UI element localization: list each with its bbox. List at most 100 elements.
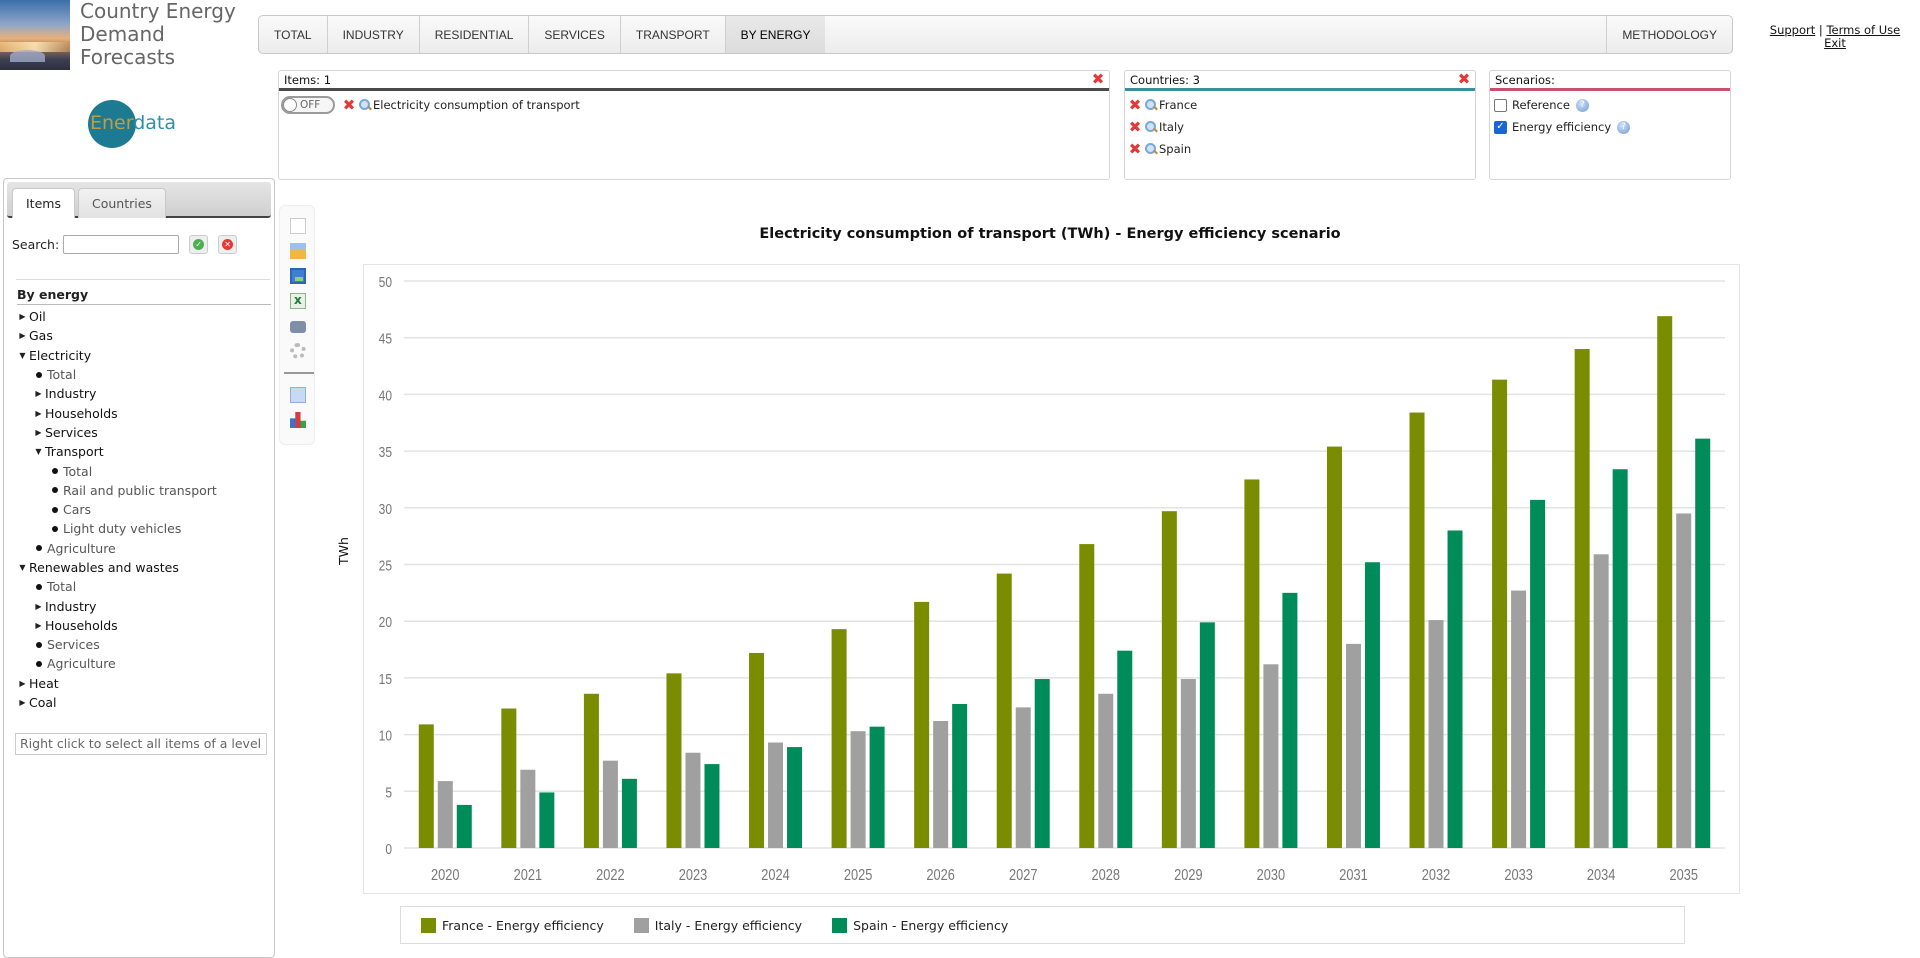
bar[interactable] bbox=[704, 764, 720, 848]
clear-items-icon[interactable]: ✖ bbox=[1090, 72, 1106, 87]
bar[interactable] bbox=[996, 573, 1012, 848]
bar[interactable] bbox=[602, 760, 618, 848]
bar[interactable] bbox=[1015, 707, 1031, 848]
tree-node[interactable]: ▶ Households bbox=[18, 616, 272, 635]
bar[interactable] bbox=[418, 724, 434, 848]
terms-of-use-link[interactable]: Terms of Use bbox=[1826, 23, 1900, 37]
exit-link[interactable]: Exit bbox=[1824, 36, 1846, 50]
bar[interactable] bbox=[1409, 412, 1425, 848]
remove-country-icon[interactable]: ✖ bbox=[1127, 98, 1143, 113]
bar[interactable] bbox=[952, 703, 968, 848]
caret-right-icon[interactable]: ▶ bbox=[34, 389, 43, 398]
bar[interactable] bbox=[456, 804, 472, 848]
item-toggle-switch[interactable]: OFF bbox=[281, 96, 335, 114]
caret-right-icon[interactable]: ▶ bbox=[18, 331, 27, 340]
tab-methodology[interactable]: METHODOLOGY bbox=[1606, 16, 1732, 53]
tree-node[interactable]: ▶ Services bbox=[18, 423, 272, 442]
help-icon[interactable]: ? bbox=[1575, 98, 1589, 112]
bar[interactable] bbox=[1428, 620, 1444, 848]
tree-node[interactable]: ▶ Oil bbox=[18, 307, 272, 326]
bar[interactable] bbox=[1199, 622, 1215, 848]
caret-down-icon[interactable]: ▼ bbox=[18, 563, 27, 572]
open-folder-icon[interactable] bbox=[290, 243, 306, 259]
legend-item[interactable]: Italy - Energy efficiency bbox=[633, 917, 802, 933]
tab-residential[interactable]: RESIDENTIAL bbox=[420, 16, 530, 53]
bar[interactable] bbox=[1511, 590, 1527, 848]
bar[interactable] bbox=[1530, 499, 1546, 848]
tree-node[interactable]: Rail and public transport bbox=[18, 481, 272, 500]
tab-total[interactable]: TOTAL bbox=[259, 16, 328, 53]
bar[interactable] bbox=[831, 629, 847, 848]
bar[interactable] bbox=[1244, 479, 1260, 848]
bar[interactable] bbox=[437, 781, 453, 848]
remove-country-icon[interactable]: ✖ bbox=[1127, 120, 1143, 135]
bar[interactable] bbox=[1345, 643, 1361, 848]
chart-view-icon[interactable] bbox=[290, 412, 306, 428]
tree-node[interactable]: Services bbox=[18, 635, 272, 654]
caret-right-icon[interactable]: ▶ bbox=[34, 409, 43, 418]
bar[interactable] bbox=[1657, 316, 1673, 848]
tree-node[interactable]: Light duty vehicles bbox=[18, 519, 272, 538]
clear-countries-icon[interactable]: ✖ bbox=[1456, 72, 1472, 87]
bar[interactable] bbox=[685, 752, 701, 848]
sidebar-tab-items[interactable]: Items bbox=[12, 188, 75, 218]
tree-node[interactable]: Total bbox=[18, 461, 272, 480]
bar[interactable] bbox=[583, 693, 599, 848]
caret-right-icon[interactable]: ▶ bbox=[18, 698, 27, 707]
bar[interactable] bbox=[1079, 544, 1095, 848]
tab-industry[interactable]: INDUSTRY bbox=[328, 16, 420, 53]
caret-right-icon[interactable]: ▶ bbox=[34, 428, 43, 437]
tree-node[interactable]: ▼ Transport bbox=[18, 442, 272, 461]
bar[interactable] bbox=[1117, 650, 1133, 848]
magnifier-icon[interactable] bbox=[1143, 120, 1159, 134]
caret-right-icon[interactable]: ▶ bbox=[34, 621, 43, 630]
bar[interactable] bbox=[501, 708, 517, 848]
tab-by-energy[interactable]: BY ENERGY bbox=[725, 16, 826, 53]
bar[interactable] bbox=[933, 720, 949, 848]
settings-gear-icon[interactable] bbox=[290, 343, 306, 359]
bar[interactable] bbox=[768, 742, 784, 848]
bar[interactable] bbox=[787, 747, 803, 848]
sidebar-tab-countries[interactable]: Countries bbox=[77, 188, 166, 218]
bar[interactable] bbox=[1161, 511, 1177, 848]
help-icon[interactable]: ? bbox=[1617, 120, 1631, 134]
bar[interactable] bbox=[1098, 693, 1114, 848]
tree-node[interactable]: ▶ Coal bbox=[18, 693, 272, 712]
tree-node[interactable]: Total bbox=[18, 577, 272, 596]
bar[interactable] bbox=[539, 792, 555, 848]
caret-down-icon[interactable]: ▼ bbox=[18, 351, 27, 360]
caret-right-icon[interactable]: ▶ bbox=[18, 312, 27, 321]
caret-right-icon[interactable]: ▶ bbox=[34, 602, 43, 611]
search-clear-button[interactable]: ✕ bbox=[218, 235, 238, 254]
tab-transport[interactable]: TRANSPORT bbox=[621, 16, 726, 53]
magnifier-icon[interactable] bbox=[1143, 142, 1159, 156]
bar[interactable] bbox=[1326, 446, 1342, 848]
bar[interactable] bbox=[621, 778, 637, 848]
bar[interactable] bbox=[1492, 379, 1508, 848]
bar[interactable] bbox=[1676, 513, 1692, 848]
bar[interactable] bbox=[1180, 679, 1196, 848]
magnifier-icon[interactable] bbox=[357, 98, 373, 112]
tree-node[interactable]: Agriculture bbox=[18, 654, 272, 673]
magnifier-icon[interactable] bbox=[1143, 98, 1159, 112]
tree-node[interactable]: ▶ Industry bbox=[18, 384, 272, 403]
new-document-icon[interactable] bbox=[290, 218, 306, 234]
tree-node[interactable]: ▶ Households bbox=[18, 403, 272, 422]
table-view-icon[interactable] bbox=[290, 387, 306, 403]
support-link[interactable]: Support bbox=[1770, 23, 1815, 37]
search-confirm-button[interactable]: ✓ bbox=[189, 235, 209, 254]
tree-node[interactable]: Total bbox=[18, 365, 272, 384]
bar[interactable] bbox=[1612, 469, 1628, 848]
excel-export-icon[interactable] bbox=[290, 293, 306, 309]
reference-checkbox[interactable] bbox=[1494, 98, 1507, 112]
bar[interactable] bbox=[1574, 349, 1590, 848]
bar[interactable] bbox=[1364, 562, 1380, 848]
tree-node[interactable]: Cars bbox=[18, 500, 272, 519]
energy-efficiency-checkbox[interactable]: ✓ bbox=[1494, 120, 1507, 134]
search-input[interactable] bbox=[63, 235, 180, 254]
tree-node[interactable]: Agriculture bbox=[18, 539, 272, 558]
remove-country-icon[interactable]: ✖ bbox=[1127, 142, 1143, 157]
bar[interactable] bbox=[1282, 592, 1298, 848]
tab-services[interactable]: SERVICES bbox=[529, 16, 621, 53]
caret-right-icon[interactable]: ▶ bbox=[18, 679, 27, 688]
